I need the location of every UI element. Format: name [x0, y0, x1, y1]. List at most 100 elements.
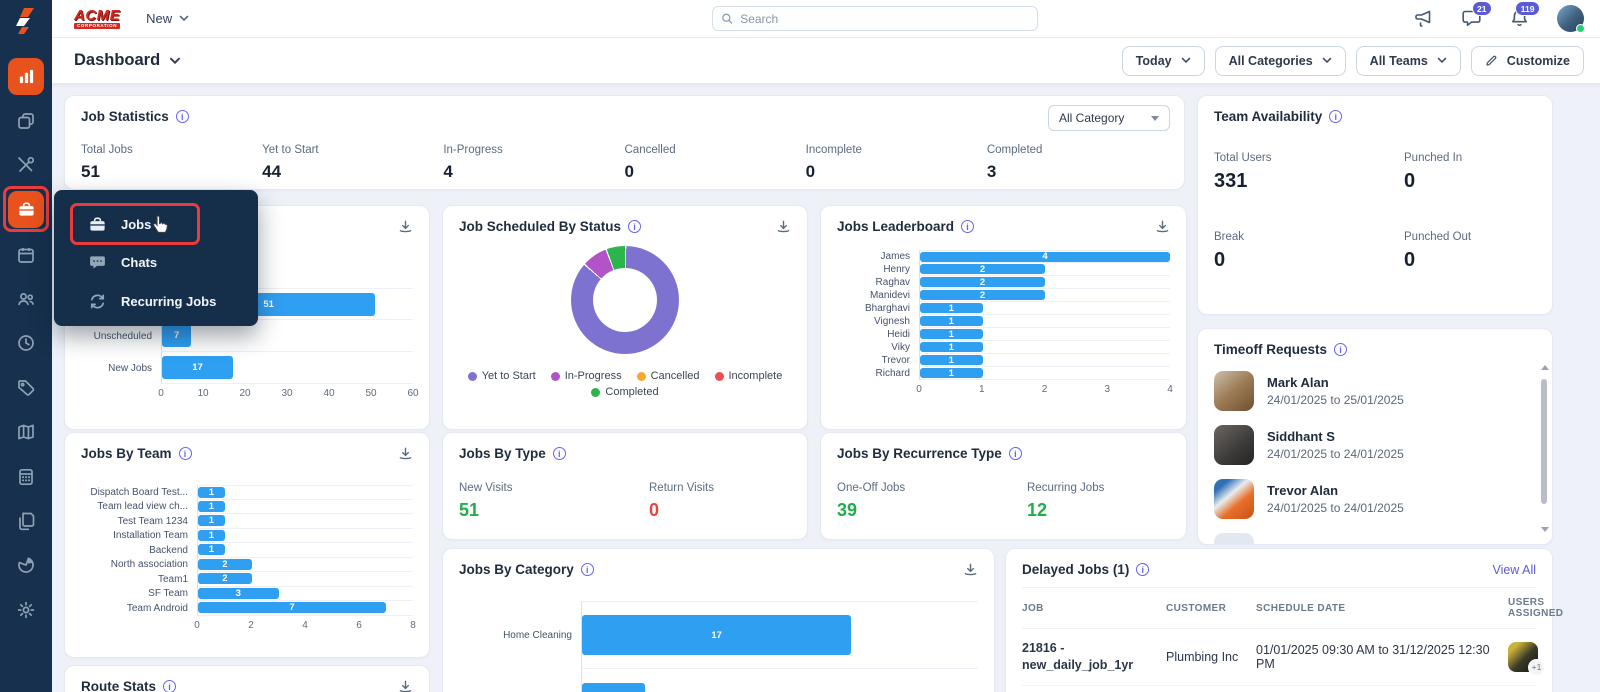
bar[interactable]: 1	[198, 530, 225, 541]
x-axis: 01234	[919, 380, 1170, 397]
bar[interactable]: 1	[920, 355, 983, 365]
date-filter-button[interactable]: Today	[1122, 46, 1205, 76]
announcements-button[interactable]	[1413, 8, 1434, 29]
app-logo-icon[interactable]	[10, 6, 40, 36]
card-title: Delayed Jobs (1)	[1022, 562, 1129, 577]
flyout-item-jobs[interactable]: Jobs	[88, 215, 151, 234]
sidebar-item-projects[interactable]	[16, 111, 36, 131]
bar-track: 1	[197, 543, 413, 558]
info-icon[interactable]	[1136, 563, 1149, 576]
sidebar-item-timesheets[interactable]	[16, 333, 36, 353]
info-icon[interactable]	[163, 680, 176, 692]
x-tick-label: 8	[410, 620, 416, 631]
page-title-dropdown[interactable]: Dashboard	[74, 51, 181, 70]
bar[interactable]: 17	[582, 615, 851, 655]
sidebar-item-schedule[interactable]	[16, 245, 36, 265]
legend-item[interactable]: Cancelled	[637, 370, 700, 382]
new-dropdown[interactable]: New	[146, 11, 189, 26]
timeoff-name: Mark Alan	[1267, 375, 1404, 390]
legend-item[interactable]: Yet to Start	[468, 370, 536, 382]
sidebar-item-map[interactable]	[16, 422, 36, 442]
scrollbar[interactable]	[1539, 365, 1549, 532]
card-title: Jobs By Type	[459, 446, 546, 461]
bar[interactable]: 2	[920, 264, 1045, 274]
timeoff-request-row[interactable]: A Android FE	[1214, 533, 1536, 545]
sidebar-item-teams[interactable]	[16, 289, 36, 309]
info-icon[interactable]	[581, 563, 594, 576]
bar[interactable]: 7	[198, 602, 386, 613]
flyout-item-chats[interactable]: Chats	[88, 253, 157, 272]
bar[interactable]: 1	[920, 342, 983, 352]
download-icon[interactable]	[963, 562, 978, 577]
timeoff-request-row[interactable]: Siddhant S24/01/2025 to 24/01/2025	[1214, 425, 1536, 465]
download-icon[interactable]	[776, 219, 791, 234]
job-stats-category-select[interactable]: All Category	[1048, 105, 1170, 131]
bar[interactable]: 1	[920, 303, 983, 313]
view-all-link[interactable]: View All	[1492, 563, 1536, 577]
scroll-up-arrow[interactable]	[1541, 365, 1549, 370]
sidebar-item-dashboard[interactable]	[8, 58, 44, 95]
legend-item[interactable]: In-Progress	[551, 370, 622, 382]
job-id[interactable]: 21816 - new_daily_job_1yr	[1022, 640, 1162, 674]
timeoff-request-row[interactable]: Mark Alan24/01/2025 to 25/01/2025	[1214, 371, 1536, 411]
timeoff-request-row[interactable]: Trevor Alan24/01/2025 to 24/01/2025	[1214, 479, 1536, 519]
sidebar-item-settings[interactable]	[16, 600, 36, 620]
bar[interactable]: 1	[920, 316, 983, 326]
bar[interactable]: 2	[920, 277, 1045, 287]
bar[interactable]: 3	[198, 588, 279, 599]
scrollbar-thumb[interactable]	[1541, 379, 1547, 504]
bar-row: Tower Maintenance 14	[459, 669, 978, 692]
bar-row: Backend1	[81, 543, 413, 558]
info-icon[interactable]	[1334, 343, 1347, 356]
customize-button[interactable]: Customize	[1471, 46, 1584, 76]
bar[interactable]: 4	[582, 683, 645, 692]
categories-filter-button[interactable]: All Categories	[1215, 46, 1346, 76]
bar[interactable]: 2	[198, 573, 252, 584]
info-icon[interactable]	[1329, 110, 1342, 123]
sidebar-item-reports[interactable]	[16, 555, 36, 575]
user-avatar[interactable]	[1557, 5, 1584, 32]
sidebar-item-services[interactable]	[16, 155, 36, 175]
info-icon[interactable]	[179, 447, 192, 460]
bar[interactable]: 4	[920, 252, 1170, 262]
info-icon[interactable]	[628, 220, 641, 233]
bar[interactable]: 1	[198, 487, 225, 498]
bar[interactable]: 1	[198, 515, 225, 526]
sidebar-item-invoices[interactable]	[16, 511, 36, 531]
flyout-item-recurring-jobs[interactable]: Recurring Jobs	[88, 292, 216, 311]
notifications-button[interactable]: 119	[1509, 8, 1530, 29]
legend-item[interactable]: Completed	[591, 386, 658, 398]
calendar-icon	[16, 245, 36, 265]
brand-logo[interactable]: ACME CORPORATION	[74, 8, 120, 30]
bar[interactable]: 1	[920, 368, 983, 378]
x-tick-label: 0	[916, 384, 922, 395]
scroll-down-arrow[interactable]	[1541, 527, 1549, 532]
download-icon[interactable]	[1155, 219, 1170, 234]
messages-button[interactable]: 21	[1461, 8, 1482, 29]
search-input[interactable]	[740, 12, 1029, 26]
sidebar-item-pricebook[interactable]	[16, 378, 36, 398]
bar[interactable]: 2	[920, 290, 1045, 300]
bar[interactable]: 1	[920, 329, 983, 339]
bar[interactable]: 2	[198, 559, 252, 570]
download-icon[interactable]	[398, 679, 413, 692]
legend-item[interactable]: Incomplete	[715, 370, 783, 382]
info-icon[interactable]	[1009, 447, 1022, 460]
table-row[interactable]: 21816 - new_daily_job_1yr Plumbing Inc 0…	[1022, 629, 1536, 686]
sidebar-item-estimates[interactable]	[16, 467, 36, 487]
bar-track: 1	[197, 500, 413, 515]
bar[interactable]: 7	[162, 324, 191, 347]
download-icon[interactable]	[398, 219, 413, 234]
info-icon[interactable]	[176, 110, 189, 123]
bar-row: Test Team 12341	[81, 514, 413, 529]
bar[interactable]: 17	[162, 356, 233, 379]
teams-filter-button[interactable]: All Teams	[1356, 46, 1461, 76]
bar[interactable]: 1	[198, 544, 225, 555]
info-icon[interactable]	[553, 447, 566, 460]
info-icon[interactable]	[961, 220, 974, 233]
gear-icon	[16, 600, 36, 620]
assigned-user-avatar[interactable]: +1	[1508, 642, 1538, 672]
global-search[interactable]	[712, 6, 1038, 31]
bar[interactable]: 1	[198, 501, 225, 512]
download-icon[interactable]	[398, 446, 413, 461]
